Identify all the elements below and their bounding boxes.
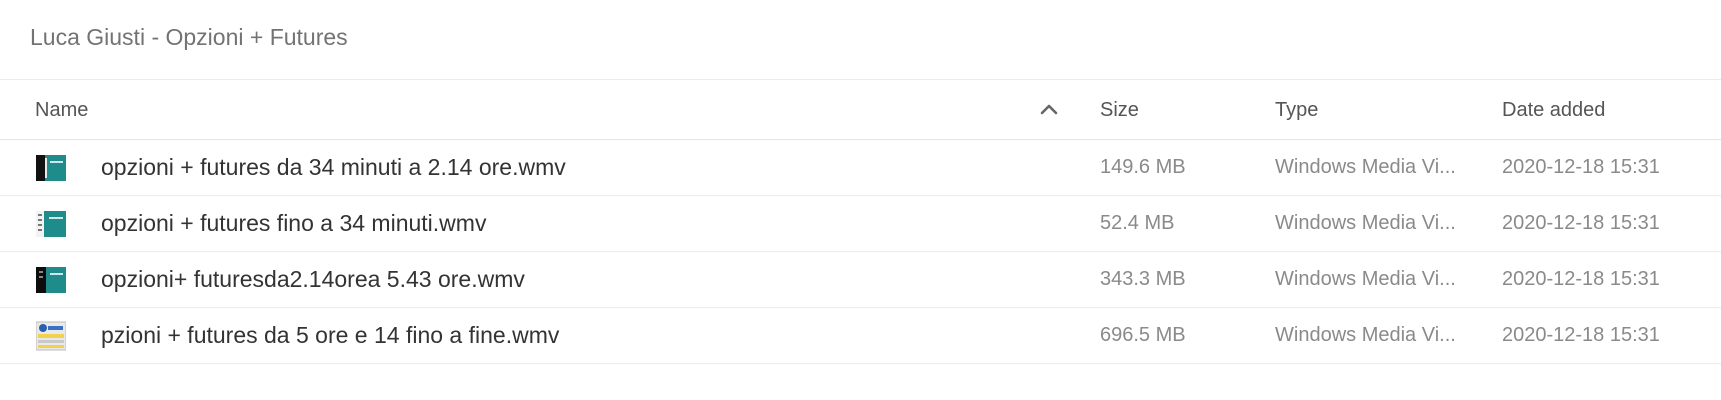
- folder-title: Luca Giusti - Opzioni + Futures: [30, 24, 348, 50]
- file-date-added: 2020-12-18 15:31: [1502, 212, 1660, 234]
- video-thumbnail-icon: [36, 211, 66, 237]
- file-size: 149.6 MB: [1100, 156, 1186, 178]
- file-size: 696.5 MB: [1100, 324, 1186, 346]
- video-thumbnail-icon: [36, 155, 66, 181]
- file-row[interactable]: opzioni + futures da 34 minuti a 2.14 or…: [0, 140, 1721, 196]
- file-type: Windows Media Vi...: [1275, 324, 1456, 346]
- column-header-size[interactable]: Size: [1100, 99, 1139, 122]
- file-date-added: 2020-12-18 15:31: [1502, 268, 1660, 290]
- file-row[interactable]: pzioni + futures da 5 ore e 14 fino a fi…: [0, 308, 1721, 364]
- file-type: Windows Media Vi...: [1275, 156, 1456, 178]
- file-date-added: 2020-12-18 15:31: [1502, 324, 1660, 346]
- chevron-up-icon[interactable]: [1040, 102, 1058, 116]
- column-header-type[interactable]: Type: [1275, 99, 1318, 122]
- column-header-name[interactable]: Name: [35, 99, 88, 122]
- folder-header: Luca Giusti - Opzioni + Futures: [0, 0, 1721, 80]
- column-header-date-added[interactable]: Date added: [1502, 99, 1605, 122]
- file-type: Windows Media Vi...: [1275, 268, 1456, 290]
- file-name[interactable]: opzioni + futures da 34 minuti a 2.14 or…: [101, 154, 566, 181]
- file-size: 343.3 MB: [1100, 268, 1186, 290]
- file-name[interactable]: opzioni + futures fino a 34 minuti.wmv: [101, 210, 486, 237]
- video-thumbnail-icon: [36, 267, 66, 293]
- file-name[interactable]: pzioni + futures da 5 ore e 14 fino a fi…: [101, 322, 559, 349]
- file-row[interactable]: opzioni+ futuresda2.14orea 5.43 ore.wmv …: [0, 252, 1721, 308]
- file-row[interactable]: opzioni + futures fino a 34 minuti.wmv 5…: [0, 196, 1721, 252]
- file-type: Windows Media Vi...: [1275, 212, 1456, 234]
- file-size: 52.4 MB: [1100, 212, 1175, 234]
- file-date-added: 2020-12-18 15:31: [1502, 156, 1660, 178]
- file-table-header: Name Size Type Date added: [0, 80, 1721, 140]
- file-name[interactable]: opzioni+ futuresda2.14orea 5.43 ore.wmv: [101, 266, 525, 293]
- video-thumbnail-icon: [36, 321, 66, 351]
